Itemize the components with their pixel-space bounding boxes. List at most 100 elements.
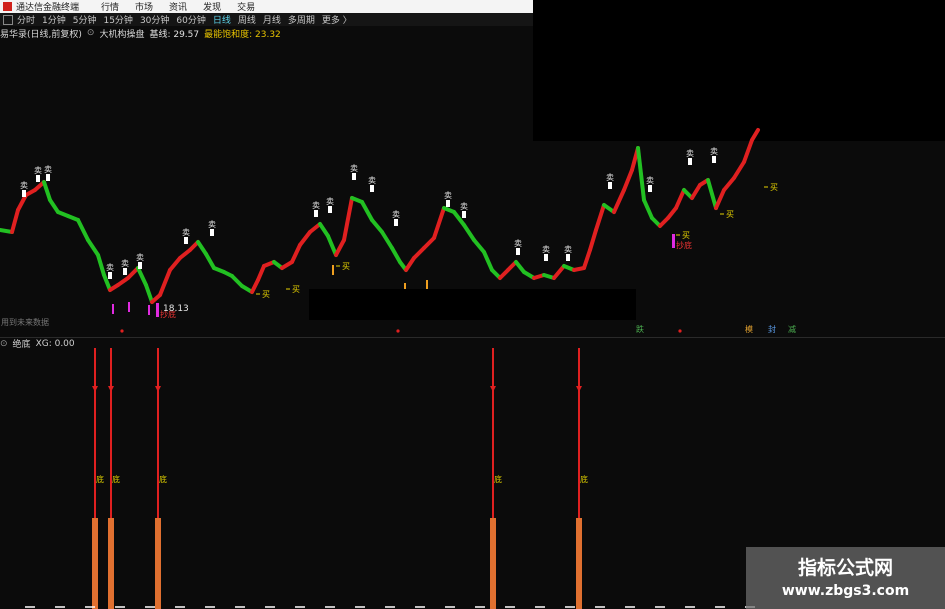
- period-tab-60min[interactable]: 60分钟: [176, 13, 205, 26]
- bottom-label: 底: [112, 474, 120, 484]
- bottom-label: 底: [580, 474, 588, 484]
- sell-label: 卖: [208, 220, 216, 229]
- price-segment: [714, 188, 726, 210]
- sell-label: 卖: [44, 165, 52, 174]
- period-tab-15min[interactable]: 15分钟: [103, 13, 132, 26]
- price-segment: [432, 206, 446, 240]
- sell-marker: [544, 254, 548, 261]
- bottom-arrow: [155, 386, 161, 392]
- event-dot: [120, 329, 124, 333]
- title-bar: 通达信金融终端 行情 市场 资讯 发现 交易: [0, 0, 533, 13]
- period-tab-more[interactable]: 更多 〉: [322, 13, 352, 26]
- sell-label: 卖: [136, 253, 144, 262]
- bottom-label: 底: [494, 474, 502, 484]
- bottom-tag: 封: [768, 324, 776, 334]
- sell-marker: [394, 219, 398, 226]
- price-segment: [462, 223, 476, 242]
- app-title: 通达信金融终端: [16, 3, 80, 13]
- bottom-arrow: [108, 386, 114, 392]
- period-tab-daily[interactable]: 日线: [213, 13, 231, 26]
- menu-item-market[interactable]: 行情: [101, 0, 119, 13]
- menu-item-discover[interactable]: 发现: [203, 0, 221, 13]
- sell-marker: [446, 200, 450, 207]
- sell-label: 卖: [350, 164, 358, 173]
- menu-item-trade[interactable]: 交易: [237, 0, 255, 13]
- price-segment: [642, 198, 654, 220]
- bottom-volume-bar: [576, 518, 582, 609]
- sell-marker: [566, 254, 570, 261]
- bottom-tag: 跌: [636, 324, 644, 334]
- sell-label: 卖: [542, 245, 550, 254]
- price-segment: [168, 256, 182, 272]
- price-segment: [360, 200, 374, 222]
- settings-icon[interactable]: ⊙: [87, 28, 95, 38]
- period-tab-weekly[interactable]: 周线: [238, 13, 256, 26]
- price-segment: [404, 256, 416, 272]
- price-segment: [204, 252, 216, 270]
- buy-low-bar: [156, 303, 159, 317]
- sell-marker: [314, 210, 318, 217]
- price-segment: [370, 218, 384, 234]
- sell-marker: [462, 211, 466, 218]
- sell-label: 卖: [368, 176, 376, 185]
- bottom-tag: 减: [788, 324, 796, 334]
- period-tab-intraday[interactable]: 分时: [17, 13, 35, 26]
- sell-marker: [138, 262, 142, 269]
- sell-marker: [22, 190, 26, 197]
- menu-item-exchange[interactable]: 市场: [135, 0, 153, 13]
- price-segment: [732, 160, 746, 180]
- sell-label: 卖: [121, 259, 129, 268]
- sell-label: 卖: [646, 176, 654, 185]
- sell-marker: [328, 206, 332, 213]
- app-logo-icon: [3, 2, 12, 11]
- bottom-label: 底: [159, 474, 167, 484]
- sell-label: 卖: [312, 201, 320, 210]
- sell-marker: [210, 229, 214, 236]
- price-segment: [256, 264, 266, 282]
- buy-label: 买: [342, 262, 350, 271]
- menu-item-news[interactable]: 资讯: [169, 0, 187, 13]
- price-segment: [334, 238, 346, 257]
- volume-tick: [128, 302, 130, 312]
- price-segment: [230, 274, 244, 288]
- low-price-label: 18.13: [163, 304, 189, 314]
- sell-label: 卖: [182, 228, 190, 237]
- period-tab-5min[interactable]: 5分钟: [73, 13, 97, 26]
- watermark: 指标公式网 www.zbgs3.com: [746, 547, 945, 609]
- price-segment: [552, 264, 566, 280]
- price-segment: [48, 198, 60, 214]
- price-segment: [742, 138, 754, 164]
- sell-marker: [516, 248, 520, 255]
- sell-label: 卖: [392, 210, 400, 219]
- price-segment: [298, 230, 312, 247]
- price-segment: [342, 196, 354, 242]
- formula-name[interactable]: 大机构操盘: [99, 27, 144, 40]
- price-segment: [482, 250, 494, 272]
- volume-tick: [332, 265, 334, 275]
- price-segment: [722, 176, 736, 192]
- period-tab-monthly[interactable]: 月线: [263, 13, 281, 26]
- sell-marker: [184, 237, 188, 244]
- price-segment: [42, 180, 52, 202]
- bottom-signal-bars: 底底底底底: [25, 348, 755, 609]
- price-segment: [290, 243, 302, 264]
- layout-icon[interactable]: [3, 14, 13, 25]
- sell-label: 卖: [606, 173, 614, 182]
- bottom-volume-bar: [92, 518, 98, 609]
- volume-tick: [112, 304, 114, 314]
- price-segment: [390, 246, 402, 264]
- price-segment: [76, 218, 90, 242]
- bottom-tag: 模: [745, 324, 753, 334]
- event-dot: [678, 329, 682, 333]
- price-segment: [86, 238, 100, 257]
- buy-label: 买: [262, 290, 270, 299]
- price-segment: [196, 240, 208, 256]
- price-segment: [318, 222, 330, 238]
- period-tab-1min[interactable]: 1分钟: [42, 13, 66, 26]
- price-segment: [380, 230, 394, 250]
- buy-low-bar: [672, 234, 675, 248]
- period-tab-30min[interactable]: 30分钟: [140, 13, 169, 26]
- buy-low-label: 抄底: [676, 240, 692, 250]
- main-indicator-header: 易华录(日线,前复权) ⊙ 大机构操盘 基线: 29.57 最能饱和度: 23.…: [0, 27, 286, 40]
- period-tab-multi[interactable]: 多周期: [288, 13, 315, 26]
